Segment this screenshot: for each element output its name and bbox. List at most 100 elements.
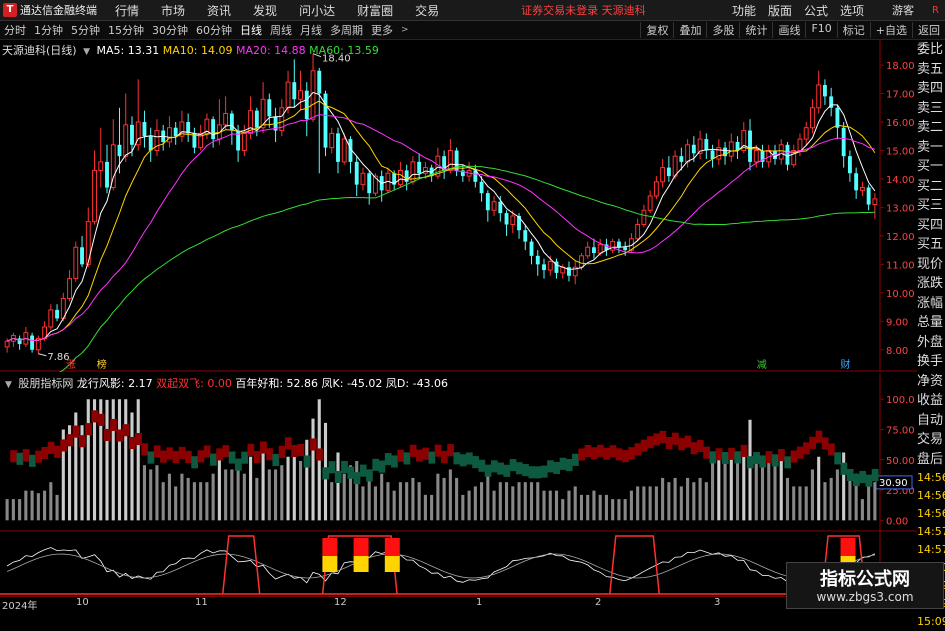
quote-panel-item[interactable]: 14:56	[917, 469, 945, 487]
candle-body-up	[98, 161, 104, 171]
indicator-source-label: 股朋指标网	[18, 377, 74, 390]
quote-panel-item[interactable]: 外盘	[917, 333, 945, 353]
period-multi[interactable]: 多周期	[326, 22, 367, 38]
quote-panel-item[interactable]: 卖三	[917, 99, 945, 119]
quote-panel-item[interactable]: 现价	[917, 255, 945, 275]
quote-panel-item[interactable]: 卖一	[917, 138, 945, 158]
indicator-wave-segment	[197, 450, 205, 463]
indicator-line3-label: 百年好和: 52.86	[235, 377, 319, 390]
menu-item-ask[interactable]: 问小达	[299, 2, 335, 19]
quote-panel-item[interactable]: 卖四	[917, 79, 945, 99]
quote-panel-item[interactable]: 买四	[917, 216, 945, 236]
candle-body-down	[679, 156, 684, 162]
menu-item-trade[interactable]: 交易	[415, 2, 439, 19]
candle-body-down	[130, 124, 134, 145]
period-1min[interactable]: 1分钟	[30, 22, 67, 38]
tool-overlay[interactable]: 叠加	[673, 22, 706, 38]
quote-panel-item[interactable]: 买一	[917, 157, 945, 177]
period-monthly[interactable]: 月线	[296, 22, 326, 38]
quote-panel-item[interactable]: 委比	[917, 40, 945, 60]
period-30min[interactable]: 30分钟	[148, 22, 192, 38]
indicator-wave-segment	[259, 441, 267, 454]
tool-back[interactable]: 返回	[912, 22, 945, 38]
menu-item-news[interactable]: 资讯	[207, 2, 231, 19]
tool-mark[interactable]: 标记	[836, 22, 870, 38]
time-label-oct: 10	[76, 597, 89, 608]
menu-item-wealth[interactable]: 财富圈	[357, 2, 393, 19]
quote-panel-item[interactable]: 总量	[917, 313, 945, 333]
candle-body-down	[367, 173, 372, 194]
candle-body-down	[504, 213, 509, 225]
ma60-label: MA60: 13.59	[309, 44, 379, 57]
period-more[interactable]: 更多	[367, 22, 397, 38]
quote-panel-item[interactable]: 14:56	[917, 487, 945, 505]
quote-panel-item[interactable]: 换手	[917, 352, 945, 372]
quote-panel-item[interactable]: 14:56	[917, 505, 945, 523]
menu-item-market[interactable]: 市场	[161, 2, 185, 19]
quote-panel-item[interactable]: 盘后	[917, 450, 945, 470]
candle-body-down	[211, 119, 216, 140]
quote-panel-item[interactable]: 买五	[917, 235, 945, 255]
quote-panel-item[interactable]: 15:09	[917, 613, 945, 631]
quote-panel-item[interactable]: 买二	[917, 177, 945, 197]
quote-panel-item[interactable]: 净资	[917, 372, 945, 392]
tool-restore-rights[interactable]: 复权	[640, 22, 673, 38]
menu-layout[interactable]: 版面	[768, 2, 792, 19]
indicator-wave-segment	[434, 444, 442, 457]
candle-body-down	[317, 70, 322, 94]
indicator-dropdown-icon[interactable]: ▼	[5, 380, 12, 390]
quote-panel-item[interactable]: 涨跌	[917, 274, 945, 294]
tool-draw-line[interactable]: 画线	[772, 22, 805, 38]
guest-label[interactable]: 游客	[892, 2, 914, 18]
menu-options[interactable]: 选项	[840, 2, 864, 19]
quote-panel-item[interactable]: 14:57	[917, 523, 945, 541]
quote-panel-item[interactable]: 14:57	[917, 541, 945, 559]
time-label-jan: 1	[476, 597, 483, 608]
quote-panel-item[interactable]: 自动	[917, 411, 945, 431]
period-5min[interactable]: 5分钟	[67, 22, 104, 38]
indicator-chart[interactable]: 100.075.0050.0025.000.0030.90	[0, 373, 917, 532]
menu-item-quotes[interactable]: 行情	[115, 2, 139, 19]
period-15min[interactable]: 15分钟	[104, 22, 148, 38]
menu-formula[interactable]: 公式	[804, 2, 828, 19]
login-warning[interactable]: 证券交易未登录 天源迪科	[521, 2, 646, 18]
quote-panel-item[interactable]: 卖五	[917, 60, 945, 80]
indicator-wave-segment	[734, 451, 742, 464]
quote-panel-item[interactable]: 交易	[917, 430, 945, 450]
tool-f10[interactable]: F10	[805, 22, 836, 38]
candle-body-down	[666, 167, 671, 177]
indicator-wave-segment	[647, 436, 654, 449]
indicator-wave-segment	[403, 452, 411, 465]
period-daily[interactable]: 日线	[236, 22, 266, 38]
quote-panel-item[interactable]: 买三	[917, 196, 945, 216]
candle-body-up	[753, 149, 759, 163]
period-weekly[interactable]: 周线	[266, 22, 296, 38]
tool-statistics[interactable]: 统计	[739, 22, 772, 38]
tool-add-watchlist[interactable]: +自选	[869, 22, 912, 38]
period-timeshare[interactable]: 分时	[0, 22, 30, 38]
candle-body-up	[67, 278, 72, 300]
r-badge[interactable]: R	[932, 5, 939, 16]
quote-panel-item[interactable]: 收益	[917, 391, 945, 411]
indicator-wave-segment	[609, 445, 617, 458]
indicator-wave-segment	[409, 444, 417, 457]
kline-chart[interactable]: 18.00 17.00 16.00 15.00 14.00 13.00 12.00 11.00…	[0, 40, 917, 372]
indicator-wave-segment	[665, 437, 673, 450]
menu-function[interactable]: 功能	[732, 2, 756, 19]
chevron-right-icon[interactable]: >	[401, 25, 409, 35]
quote-panel-item[interactable]: 卖二	[917, 118, 945, 138]
watermark-url: www.zbgs3.com	[816, 590, 914, 604]
menu-item-discover[interactable]: 发现	[253, 2, 277, 19]
settings-dropdown-icon[interactable]: ▼	[83, 47, 90, 57]
indicator-wave-segment	[459, 454, 467, 467]
candle-body-up	[4, 340, 10, 348]
period-60min[interactable]: 60分钟	[192, 22, 236, 38]
tool-multi-stock[interactable]: 多股	[706, 22, 739, 38]
quote-panel-item[interactable]: 涨幅	[917, 294, 945, 314]
indicator-sub-chart[interactable]	[0, 532, 917, 596]
indicator-wave-segment	[828, 443, 835, 456]
indicator-wave-segment	[153, 445, 161, 458]
indicator-wave-segment	[584, 444, 592, 458]
candle-body-up	[672, 155, 678, 177]
indicator-wave-segment	[241, 451, 248, 464]
